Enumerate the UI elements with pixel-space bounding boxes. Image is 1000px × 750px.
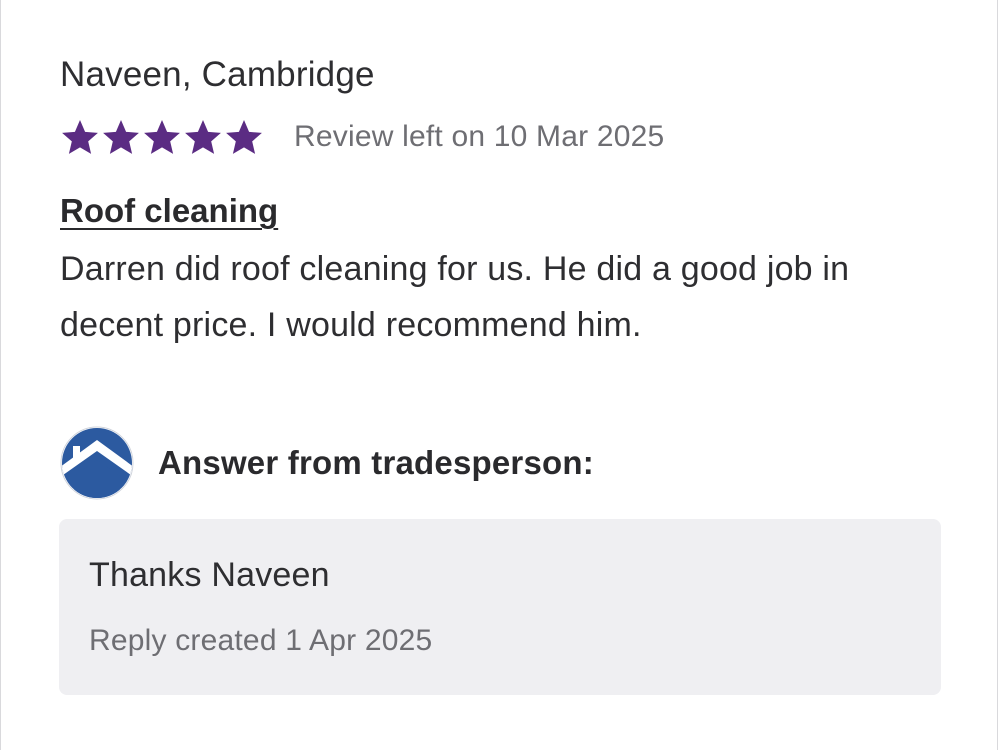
job-title-link[interactable]: Roof cleaning	[60, 189, 278, 233]
reply-text: Thanks Naveen	[89, 556, 330, 594]
reviewer-name: Naveen, Cambridge	[60, 55, 375, 94]
answer-heading: Answer from tradesperson:	[158, 444, 594, 481]
rating-row: Review left on 10 Mar 2025	[60, 115, 940, 159]
review-date: Review left on 10 Mar 2025	[294, 120, 665, 153]
reply-box: Thanks Naveen Reply created 1 Apr 2025	[59, 519, 941, 695]
review-text: Darren did roof cleaning for us. He did …	[60, 250, 850, 344]
star-icon	[60, 117, 100, 157]
house-logo-icon	[60, 426, 134, 500]
star-icon	[183, 117, 223, 157]
answer-header: Answer from tradesperson:	[60, 426, 594, 500]
star-rating	[60, 117, 264, 157]
star-icon	[142, 117, 182, 157]
star-icon	[101, 117, 141, 157]
reply-date: Reply created 1 Apr 2025	[89, 624, 433, 657]
star-icon	[224, 117, 264, 157]
review-section: Naveen, Cambridge Review left on 10 Mar …	[60, 52, 940, 353]
